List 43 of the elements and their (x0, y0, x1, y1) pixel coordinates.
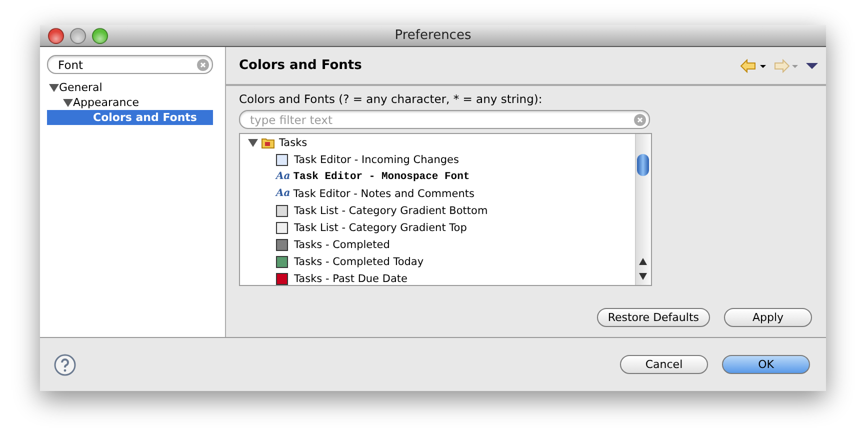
tree-item[interactable]: Tasks - Past Due Date (248, 270, 635, 285)
scroll-up-icon[interactable] (639, 258, 647, 265)
folder-icon (261, 136, 276, 150)
item-label: Task List - Category Gradient Top (294, 222, 467, 234)
scroll-thumb[interactable] (637, 154, 649, 176)
page-button[interactable]: Apply (724, 308, 812, 327)
item-label: Tasks - Past Due Date (294, 272, 408, 284)
window-control-button[interactable] (70, 28, 86, 44)
tree-item[interactable]: Aa Task Editor - Notes and Comments (248, 185, 635, 202)
dialog-button[interactable]: OK (722, 355, 810, 374)
item-label: Tasks - Completed (294, 238, 390, 250)
dialog-button[interactable]: Cancel (620, 355, 708, 374)
back-arrow-icon[interactable] (740, 58, 768, 72)
tree-item[interactable]: Task List - Category Gradient Bottom (248, 202, 635, 219)
tree-item[interactable]: Tasks - Completed (248, 236, 635, 253)
item-label: Task Editor - Notes and Comments (293, 188, 474, 200)
search-field[interactable]: Font (47, 55, 213, 74)
scrollbar[interactable] (635, 134, 651, 285)
tree-item[interactable]: Aa Task Editor - Monospace Font (248, 168, 635, 185)
tree-item[interactable]: Appearance (47, 95, 213, 110)
expand-triangle-icon[interactable] (248, 138, 258, 147)
page-title: Colors and Fonts (239, 58, 363, 73)
tree-item[interactable]: Tasks - Completed Today (248, 253, 635, 270)
scroll-down-icon[interactable] (639, 273, 647, 280)
item-label: Task Editor - Incoming Changes (294, 154, 459, 166)
filter-field[interactable]: type filter text (239, 110, 650, 129)
tree-item[interactable]: Tasks (248, 134, 635, 151)
window-control-button[interactable] (48, 28, 64, 44)
tree-item[interactable]: General (47, 80, 213, 95)
page-button[interactable]: Restore Defaults (596, 308, 710, 327)
tree-item[interactable]: Task Editor - Incoming Changes (248, 151, 635, 168)
item-label: Task Editor - Monospace Font (293, 170, 470, 182)
help-icon[interactable] (54, 354, 76, 376)
window-control-button[interactable] (92, 28, 108, 44)
item-label: Tasks - Completed Today (294, 256, 424, 268)
item-label: Task List - Category Gradient Bottom (294, 204, 488, 216)
font-icon: Aa (276, 171, 290, 182)
font-icon: Aa (276, 188, 290, 199)
filter-label: Colors and Fonts (? = any character, * = any string): (239, 92, 544, 106)
tree-item[interactable]: Task List - Category Gradient Top (248, 219, 635, 236)
item-label: Tasks (279, 136, 308, 148)
window-title: Preferences (394, 28, 472, 43)
tree-item[interactable]: Colors and Fonts (47, 110, 213, 125)
